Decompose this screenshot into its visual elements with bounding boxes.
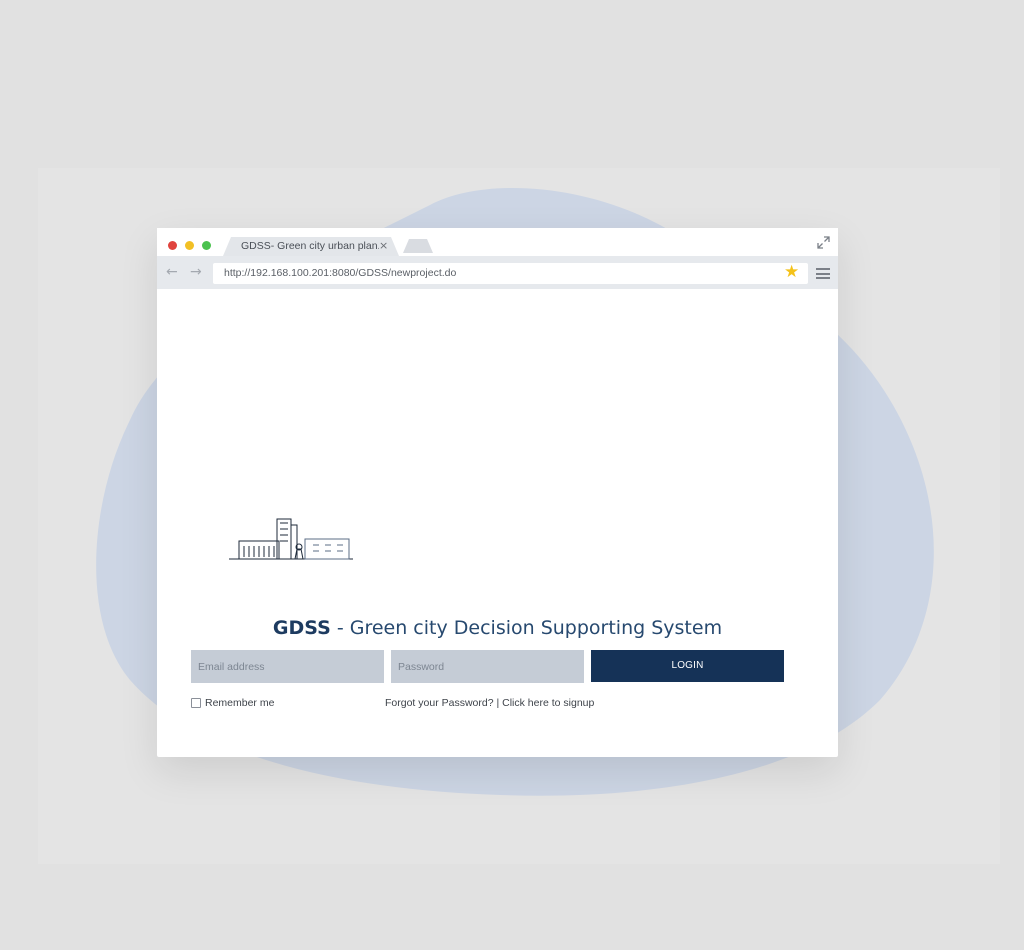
menu-icon[interactable] (816, 268, 830, 279)
account-links: Forgot your Password? | Click here to si… (385, 697, 594, 709)
title-bar: GDSS- Green city urban plan... × (157, 228, 838, 256)
link-separator: | (493, 697, 503, 709)
password-field[interactable] (391, 650, 584, 683)
new-tab-button[interactable] (403, 239, 433, 253)
expand-icon[interactable] (817, 236, 830, 249)
brand-name: GDSS (272, 617, 331, 639)
city-illustration (229, 518, 353, 560)
star-icon[interactable]: ★ (784, 262, 799, 282)
close-window-button[interactable] (168, 241, 177, 250)
address-bar: ← → http://192.168.100.201:8080/GDSS/new… (157, 256, 838, 289)
page-title: GDSS - Green city Decision Supporting Sy… (157, 617, 838, 639)
login-button[interactable]: LOGIN (591, 650, 784, 682)
back-arrow-icon[interactable]: ← (166, 264, 178, 280)
email-field[interactable] (191, 650, 384, 683)
page-content: GDSS - Green city Decision Supporting Sy… (157, 289, 838, 757)
remember-me-label: Remember me (205, 697, 275, 709)
remember-me-checkbox[interactable] (191, 698, 201, 708)
forgot-password-link[interactable]: Forgot your Password? (385, 697, 494, 709)
browser-window: GDSS- Green city urban plan... × ← → htt… (157, 228, 838, 757)
forward-arrow-icon[interactable]: → (190, 264, 202, 280)
maximize-window-button[interactable] (202, 241, 211, 250)
url-field[interactable]: http://192.168.100.201:8080/GDSS/newproj… (213, 262, 808, 284)
browser-tab[interactable]: GDSS- Green city urban plan... × (223, 237, 399, 256)
signup-link[interactable]: Click here to signup (502, 697, 594, 709)
tab-close-icon[interactable]: × (379, 239, 388, 252)
url-text: http://192.168.100.201:8080/GDSS/newproj… (224, 267, 457, 279)
page-subtitle: - Green city Decision Supporting System (330, 617, 723, 639)
tab-title: GDSS- Green city urban plan... (241, 240, 379, 252)
minimize-window-button[interactable] (185, 241, 194, 250)
